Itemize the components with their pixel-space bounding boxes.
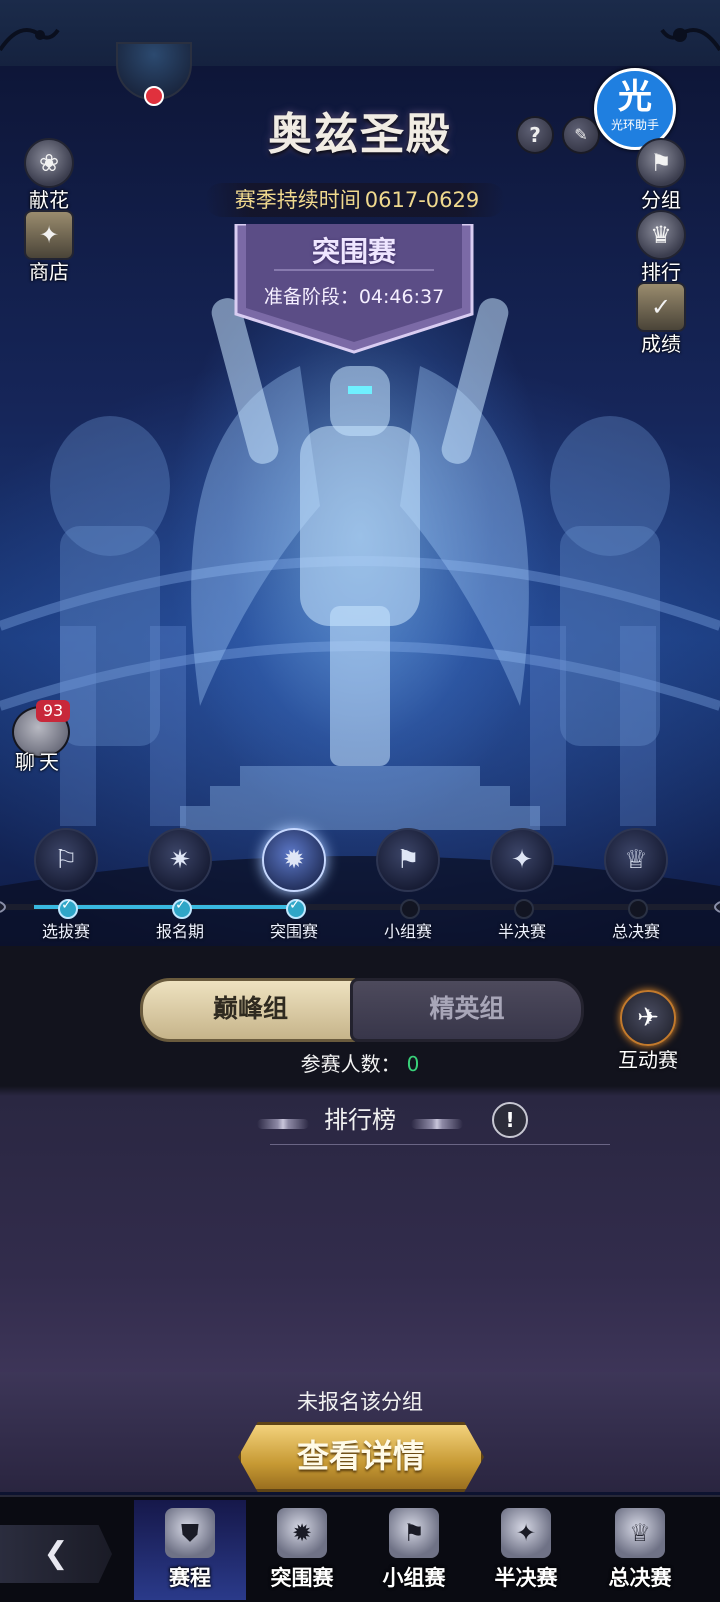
scroll-icon[interactable]: ✎ (562, 116, 600, 154)
shop-icon: ✦ (24, 210, 74, 260)
stage-list: ⚐ 选拔赛 ✷ 报名期 ✹ 突围赛 ⚑ 小组赛 ✦ 半决赛 ♕ 总决赛 (0, 828, 720, 958)
nav-label: 赛程 (169, 1566, 211, 1590)
nav-schedule[interactable]: ⛊ 赛程 (134, 1500, 246, 1600)
nav-semifinal[interactable]: ✦ 半决赛 (470, 1500, 582, 1600)
final-icon: ♕ (615, 1508, 665, 1558)
tab-peak-division[interactable]: 巅峰组 (140, 978, 361, 1042)
tab-elite-division[interactable]: 精英组 (350, 978, 584, 1042)
notification-dot (144, 86, 164, 106)
ornament-left-icon (256, 1118, 309, 1129)
side-button-results[interactable]: ✓ 成绩 (626, 282, 696, 357)
stage-label: 选拔赛 (41, 922, 90, 941)
stage-semifinal[interactable]: ✦ 半决赛 (472, 828, 572, 941)
stage-registration[interactable]: ✷ 报名期 (130, 828, 230, 941)
ornament-right-icon (411, 1118, 464, 1129)
stage-group[interactable]: ⚑ 小组赛 (358, 828, 458, 941)
ranking-info-icon[interactable]: ! (492, 1102, 528, 1138)
top-decoration (0, 0, 720, 68)
results-icon: ✓ (636, 282, 686, 332)
flower-icon: ❀ (24, 138, 74, 188)
side-button-group[interactable]: ⚑ 分组 (626, 138, 696, 213)
ranking-header: 排行榜 (0, 1100, 720, 1140)
trophy-icon: ♕ (604, 828, 668, 892)
nav-label: 总决赛 (608, 1566, 672, 1590)
stage-label: 突围赛 (269, 922, 318, 941)
signup-status-text: 未报名该分组 (297, 1390, 423, 1414)
vine-decoration-icon (0, 28, 60, 52)
side-button-ranking[interactable]: ♛ 排行 (626, 210, 696, 285)
stage-breakout[interactable]: ✹ 突围赛 (244, 828, 344, 941)
stage-label: 小组赛 (383, 922, 432, 941)
group-flag-icon: ⚑ (376, 828, 440, 892)
paper-plane-icon: ✈ (620, 990, 676, 1046)
ranking-title: 排行榜 (324, 1106, 396, 1134)
stage-selection[interactable]: ⚐ 选拔赛 (16, 828, 116, 941)
side-button-shop[interactable]: ✦ 商店 (14, 210, 84, 285)
divider (270, 1144, 610, 1145)
book-icon: ✷ (148, 828, 212, 892)
semifinal-icon: ✦ (501, 1508, 551, 1558)
side-label: 商店 (29, 260, 69, 284)
side-label: 分组 (641, 188, 681, 212)
schedule-icon: ⛊ (165, 1508, 215, 1558)
side-label: 成绩 (641, 332, 681, 356)
title-plate: 奥兹圣殿 (230, 88, 490, 168)
banner-icon: ✹ (262, 828, 326, 892)
banner-title: 突围赛 (311, 235, 396, 268)
side-label: 排行 (641, 260, 681, 284)
side-label: 献花 (29, 188, 69, 212)
helper-label: 光环助手 (610, 118, 659, 132)
division-toggle: 巅峰组 精英组 (140, 978, 584, 1042)
group-icon: ⚑ (636, 138, 686, 188)
nav-label: 小组赛 (382, 1566, 446, 1590)
season-duration: 赛季持续时间 0617-0629 (205, 183, 505, 217)
chat-unread-badge: 93 (36, 700, 70, 722)
page-title: 奥兹圣殿 (268, 109, 452, 160)
vine-decoration-icon (660, 28, 720, 52)
stage-label: 半决赛 (497, 922, 546, 941)
stage-label: 总决赛 (611, 922, 660, 941)
helper-glyph: 光 (618, 77, 652, 117)
nav-breakout[interactable]: ✹ 突围赛 (246, 1500, 358, 1600)
side-button-flower[interactable]: ❀ 献花 (14, 138, 84, 213)
nav-final[interactable]: ♕ 总决赛 (584, 1500, 696, 1600)
nav-label: 突围赛 (270, 1566, 334, 1590)
help-icon[interactable]: ? (516, 116, 554, 154)
group-stage-icon: ⚑ (389, 1508, 439, 1558)
stage-label: 报名期 (155, 922, 204, 941)
chat-button[interactable]: 93 聊天 (6, 700, 72, 780)
phase-countdown: 准备阶段：04:46:37 (263, 286, 445, 308)
season-range: 0617-0629 (364, 188, 480, 212)
nav-group-stage[interactable]: ⚑ 小组赛 (358, 1500, 470, 1600)
season-label: 赛季持续时间 (234, 188, 361, 212)
participant-label: 参赛人数： (300, 1052, 401, 1076)
shield-icon: ✦ (490, 828, 554, 892)
view-details-button[interactable]: 查看详情 (238, 1422, 484, 1492)
chat-label: 聊天 (15, 750, 63, 774)
back-arrow-icon[interactable]: ❮ (0, 1525, 112, 1583)
stage-final[interactable]: ♕ 总决赛 (586, 828, 686, 941)
participant-count: 参赛人数： 0 (0, 1048, 720, 1077)
ranking-icon: ♛ (636, 210, 686, 260)
breakout-icon: ✹ (277, 1508, 327, 1558)
stage-banner: 突围赛 准备阶段：04:46:37 (234, 224, 474, 354)
nav-label: 半决赛 (494, 1566, 558, 1590)
participant-number: 0 (406, 1052, 420, 1076)
flag-icon: ⚐ (34, 828, 98, 892)
